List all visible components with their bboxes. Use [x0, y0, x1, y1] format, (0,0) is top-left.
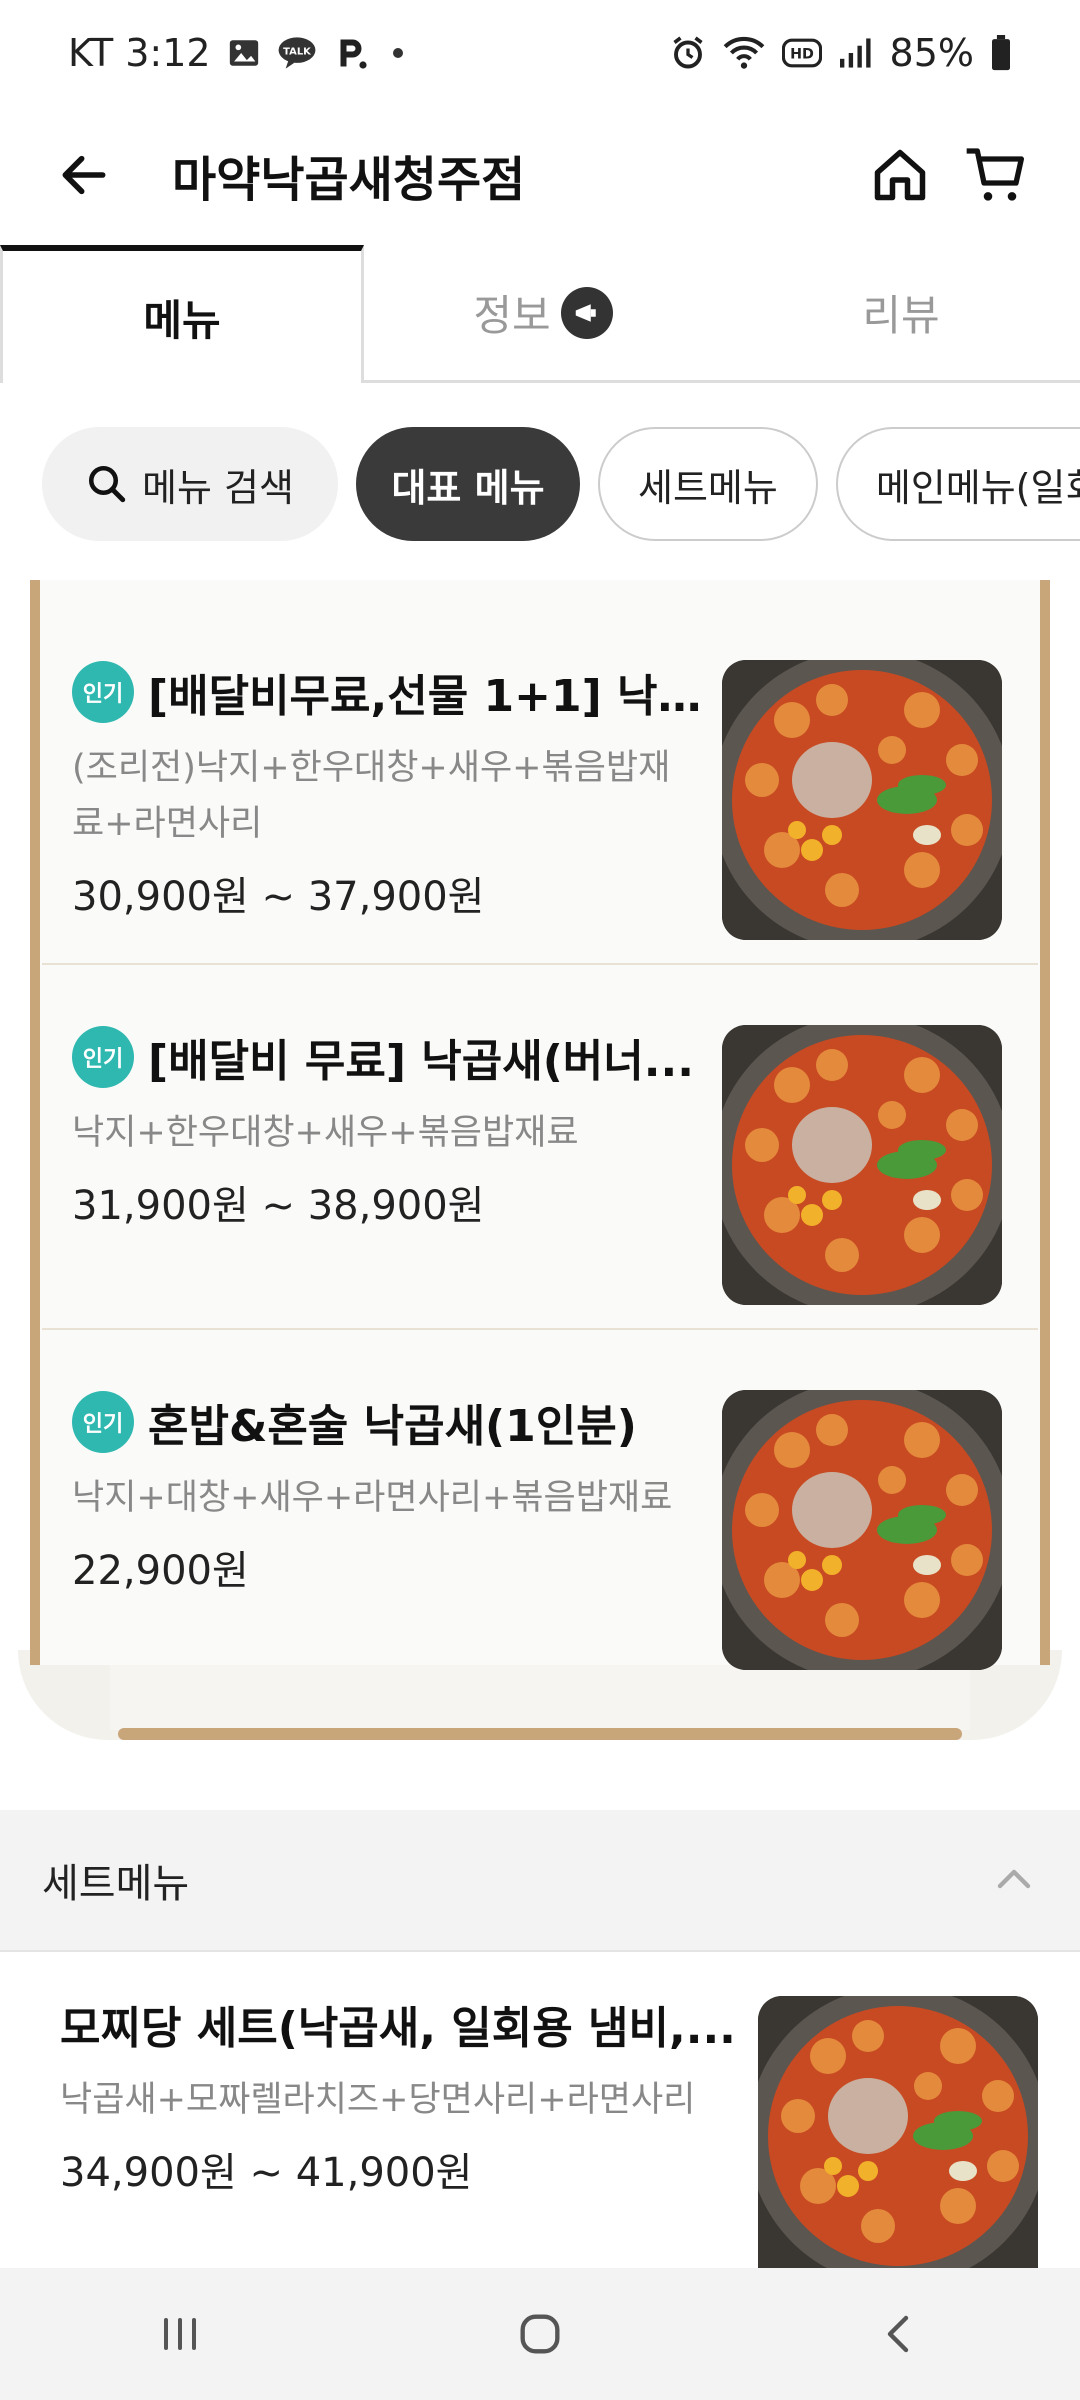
- app-header: 마약낙곱새청주점: [0, 105, 1080, 245]
- chip-label: 메인메뉴(일회: [875, 465, 1080, 510]
- menu-item-name: 모찌당 세트(낙곱새, 일회용 냄비,...: [60, 2003, 736, 2054]
- home-button[interactable]: [852, 127, 948, 223]
- menu-item[interactable]: 인기 [배달비 무료] 낙곱새(버너... 낙지+한우대창+새우+볶음밥재료 3…: [42, 965, 1038, 1330]
- menu-item-info: 인기 [배달비 무료] 낙곱새(버너... 낙지+한우대창+새우+볶음밥재료 3…: [72, 1025, 702, 1231]
- menu-item-description: 낙곱새+모짜렐라치즈+당면사리+라면사리: [60, 2080, 696, 2120]
- recents-icon: [164, 2318, 196, 2350]
- back-arrow-icon: [62, 155, 106, 195]
- menu-item-photo: [758, 1996, 1038, 2268]
- status-bar: KT 3:12 TALK HD 85%: [0, 0, 1080, 105]
- menu-item-description: (조리전)낙지+한우대창+새우+볶음밥재료+라면사리: [72, 748, 671, 844]
- recents-button[interactable]: [120, 2284, 240, 2384]
- home-circle-icon: [520, 2314, 560, 2354]
- notification-dot: [392, 47, 403, 58]
- menu-item-description: 낙지+대창+새우+라면사리+볶음밥재료: [72, 1478, 673, 1518]
- menu-item[interactable]: 인기 [배달비무료,선물 1+1] 낙... (조리전)낙지+한우대창+새우+볶…: [42, 600, 1038, 965]
- menu-item-info: 모찌당 세트(낙곱새, 일회용 냄비,... 낙곱새+모짜렐라치즈+당면사리+라…: [60, 1992, 740, 2198]
- system-nav-bar: [0, 2268, 1080, 2400]
- svg-text:TALK: TALK: [283, 46, 311, 57]
- battery-icon: [990, 34, 1012, 71]
- page-title: 마약낙곱새청주점: [172, 152, 526, 208]
- menu-item-name-row: 인기 [배달비무료,선물 1+1] 낙...: [72, 660, 702, 724]
- home-icon: [874, 149, 926, 201]
- home-nav-button[interactable]: [480, 2284, 600, 2384]
- chip-set-menu[interactable]: 세트메뉴: [598, 427, 818, 541]
- tab-menu[interactable]: 메뉴: [0, 245, 364, 383]
- status-left: KT 3:12 TALK: [68, 31, 403, 75]
- chip-main-menu[interactable]: 메인메뉴(일회: [835, 427, 1080, 541]
- menu-item-price: 34,900원 ~ 41,900원: [60, 2150, 473, 2196]
- chip-featured-menu[interactable]: 대표 메뉴: [356, 427, 580, 541]
- menu-item-price: 30,900원 ~ 37,900원: [72, 874, 485, 920]
- menu-item-price: 31,900원 ~ 38,900원: [72, 1183, 485, 1229]
- back-chevron-icon: [887, 2315, 909, 2353]
- menu-search-button[interactable]: 메뉴 검색: [42, 427, 338, 541]
- wifi-icon: [722, 35, 766, 71]
- hd-icon: HD: [781, 37, 822, 69]
- menu-item[interactable]: 모찌당 세트(낙곱새, 일회용 냄비,... 낙곱새+모짜렐라치즈+당면사리+라…: [0, 1952, 1080, 2268]
- chevron-up-icon: [997, 1869, 1031, 1889]
- chip-label: 세트메뉴: [638, 465, 778, 510]
- section-title: 세트메뉴: [42, 1861, 190, 1907]
- battery-percent: 85%: [889, 30, 974, 75]
- menu-item-photo: [722, 1390, 1002, 1670]
- carrier-time: KT 3:12: [68, 30, 211, 75]
- cart-icon: [966, 148, 1024, 201]
- tab-review-label: 리뷰: [862, 291, 940, 340]
- back-button[interactable]: [36, 127, 132, 223]
- tab-info[interactable]: 정보: [364, 245, 722, 383]
- alarm-icon: [670, 35, 706, 71]
- tab-bar: 메뉴 정보 리뷰: [0, 245, 1080, 383]
- menu-item-name: 혼밥&혼술 낙곱새(1인분): [148, 1401, 637, 1452]
- search-icon: [89, 465, 126, 503]
- parking-icon: [333, 35, 369, 71]
- menu-item-photo: [722, 660, 1002, 940]
- status-right: HD 85%: [670, 31, 1012, 75]
- megaphone-icon: [560, 286, 613, 339]
- cart-button[interactable]: [948, 127, 1044, 223]
- menu-item-name: [배달비무료,선물 1+1] 낙...: [148, 671, 702, 722]
- tab-menu-label: 메뉴: [143, 295, 221, 345]
- chip-label: 대표 메뉴: [391, 465, 545, 510]
- talk-icon: TALK: [277, 36, 317, 70]
- set-menu-section-header[interactable]: 세트메뉴: [0, 1810, 1080, 1952]
- signal-icon: [838, 37, 874, 69]
- menu-item-name-row: 인기 [배달비 무료] 낙곱새(버너...: [72, 1025, 702, 1089]
- popular-badge: 인기: [72, 1026, 134, 1088]
- menu-item[interactable]: 인기 혼밥&혼술 낙곱새(1인분) 낙지+대창+새우+라면사리+볶음밥재료 22…: [42, 1330, 1038, 1695]
- popular-badge: 인기: [72, 1391, 134, 1453]
- menu-item-description: 낙지+한우대창+새우+볶음밥재료: [72, 1113, 579, 1153]
- menu-item-name: [배달비 무료] 낙곱새(버너...: [148, 1036, 694, 1087]
- menu-item-price: 22,900원: [72, 1548, 249, 1594]
- tab-review[interactable]: 리뷰: [722, 245, 1080, 383]
- menu-search-label: 메뉴 검색: [142, 465, 294, 510]
- tab-info-label: 정보: [473, 291, 551, 340]
- popular-badge: 인기: [72, 661, 134, 723]
- frame-bottom-rail: [118, 1728, 962, 1740]
- menu-item-photo: [722, 1025, 1002, 1305]
- menu-item-info: 인기 혼밥&혼술 낙곱새(1인분) 낙지+대창+새우+라면사리+볶음밥재료 22…: [72, 1390, 702, 1596]
- category-chips: 메뉴 검색 대표 메뉴 세트메뉴 메인메뉴(일회: [0, 425, 1080, 543]
- menu-item-name-row: 인기 혼밥&혼술 낙곱새(1인분): [72, 1390, 702, 1454]
- gallery-icon: [227, 36, 261, 70]
- svg-text:HD: HD: [790, 46, 814, 62]
- menu-item-info: 인기 [배달비무료,선물 1+1] 낙... (조리전)낙지+한우대창+새우+볶…: [72, 660, 702, 922]
- back-nav-button[interactable]: [840, 2284, 960, 2384]
